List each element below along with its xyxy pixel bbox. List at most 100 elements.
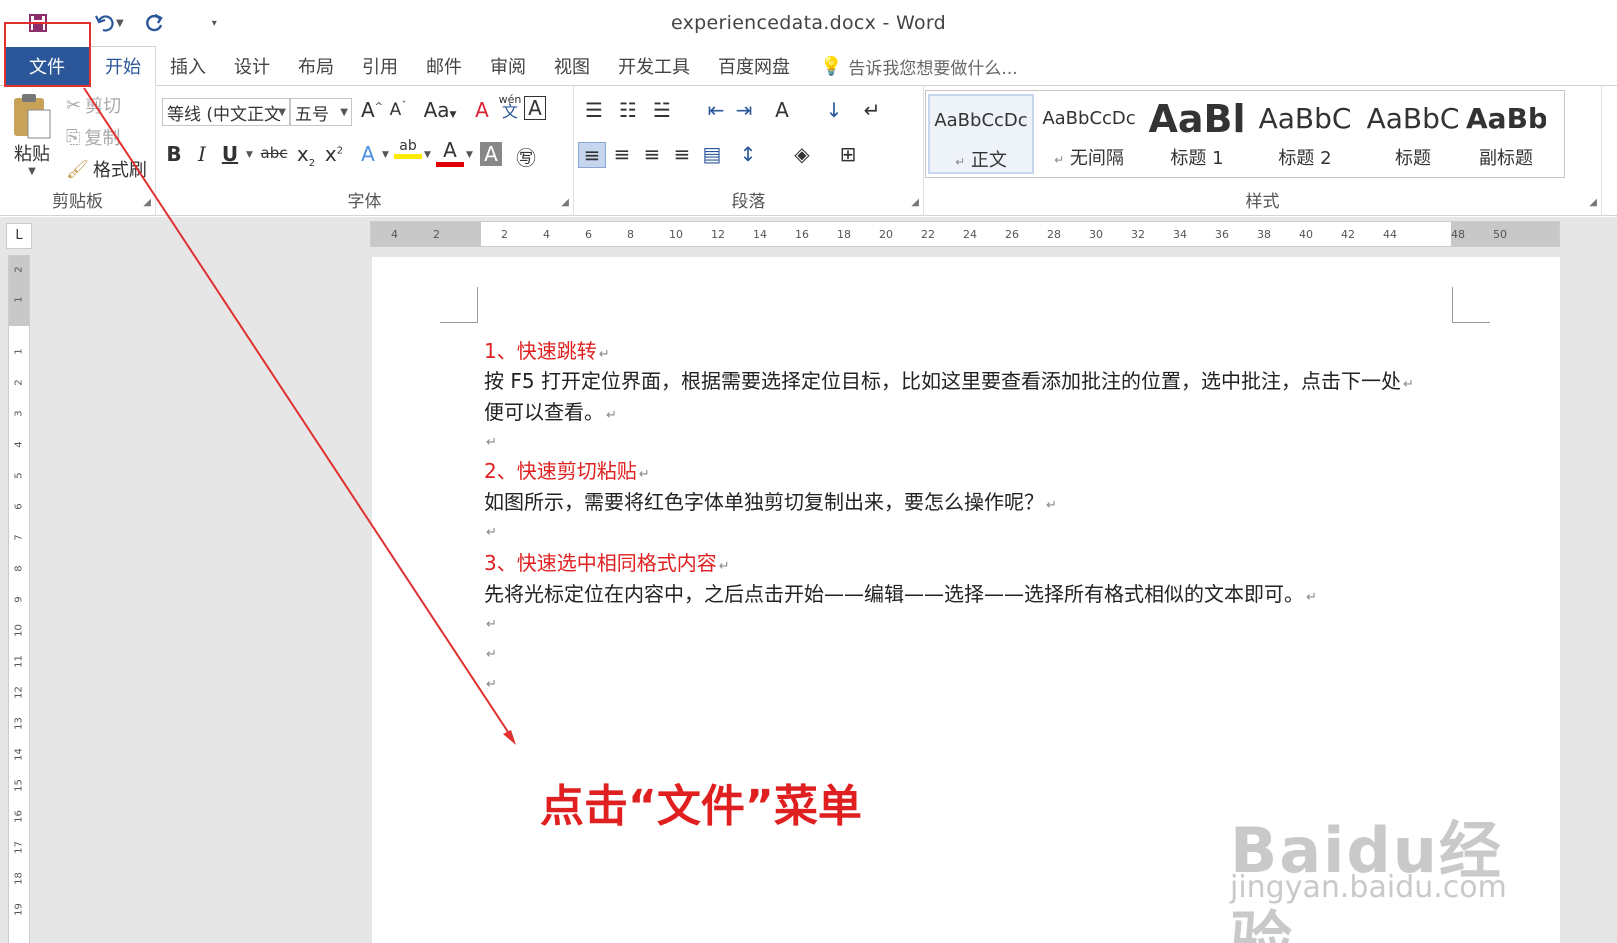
font-color-dropdown-icon[interactable]: ▼ — [466, 150, 473, 160]
tab-selector[interactable]: L — [6, 223, 32, 249]
tab-developer[interactable]: 开发工具 — [604, 47, 704, 85]
phonetic-guide-button[interactable]: wén 文 — [496, 94, 524, 120]
highlight-icon[interactable]: ab — [394, 138, 422, 159]
ruler-tick: 1 — [13, 348, 25, 355]
heading-paragraph[interactable]: 3、快速选中相同格式内容 ↵ — [484, 547, 730, 576]
horizontal-ruler[interactable]: 4 2 2 4 6 8 10 12 14 16 18 20 22 24 26 28 30 32 34 36 38 40 42… — [370, 221, 1560, 247]
style-heading-2[interactable]: AaBbC 标题 2 — [1252, 94, 1358, 174]
borders-icon[interactable]: ⊞ — [834, 142, 862, 166]
multilevel-list-icon[interactable]: ☱ — [648, 98, 676, 122]
line-spacing-icon[interactable]: ↕ — [734, 142, 762, 166]
font-name-combo[interactable]: 等线 (中文正文 ▼ — [162, 98, 290, 126]
distributed-icon[interactable]: ▤ — [698, 142, 726, 166]
align-right-icon[interactable]: ≡ — [638, 142, 666, 166]
decrease-indent-icon[interactable]: ⇤ — [702, 98, 730, 122]
format-painter-label: 格式刷 — [92, 160, 147, 181]
body-paragraph[interactable]: 按 F5 打开定位界面，根据需要选择定位目标，比如这里要查看添加批注的位置，选中… — [484, 365, 1414, 394]
bold-button[interactable]: B — [160, 142, 188, 166]
ruler-tick: 4 — [543, 228, 550, 241]
tab-home[interactable]: 开始 — [90, 46, 156, 86]
style-name: 标题 — [1395, 148, 1431, 169]
copy-button[interactable]: ⎘ 复制 — [66, 124, 120, 150]
body-paragraph[interactable]: ↵ — [484, 639, 497, 663]
tab-view[interactable]: 视图 — [540, 47, 604, 85]
tab-review[interactable]: 审阅 — [476, 47, 540, 85]
crop-mark-right — [1452, 287, 1490, 323]
paragraph-text: 2、快速剪切粘贴 — [484, 459, 637, 483]
tab-mailings[interactable]: 邮件 — [412, 47, 476, 85]
numbering-icon[interactable]: ☷ — [614, 98, 642, 122]
character-border-button[interactable]: A — [524, 96, 546, 120]
style-normal[interactable]: AaBbCcDc ↵ 正文 — [928, 94, 1034, 174]
shading-icon[interactable]: ◈ — [788, 142, 816, 166]
align-left-icon[interactable]: ≡ — [578, 142, 606, 168]
format-painter-button[interactable]: 🖌 格式刷 — [66, 156, 147, 182]
clipboard-launcher-icon[interactable]: ◢ — [143, 197, 151, 208]
cut-button[interactable]: ✂ 剪切 — [66, 92, 121, 118]
style-para-mark: ↵ — [955, 155, 966, 169]
body-paragraph[interactable]: 如图所示，需要将红色字体单独剪切复制出来，要怎么操作呢？ ↵ — [484, 486, 1057, 515]
ruler-tick: 2 — [13, 379, 25, 386]
text-effects-icon[interactable]: A — [354, 142, 382, 166]
tab-insert[interactable]: 插入 — [156, 47, 220, 85]
ruler-tick: 6 — [13, 503, 25, 510]
paragraph-mark-icon: ↵ — [486, 525, 497, 540]
asian-layout-icon[interactable]: A — [768, 98, 796, 122]
body-paragraph[interactable]: 便可以查看。 ↵ — [484, 396, 617, 425]
body-paragraph[interactable]: ↵ — [484, 669, 497, 693]
window-title: experiencedata.docx - Word — [670, 12, 947, 34]
strikethrough-button[interactable]: abc — [258, 144, 290, 162]
subscript-button[interactable]: x2 — [292, 142, 320, 169]
body-paragraph[interactable]: 先将光标定位在内容中，之后点击开始——编辑——选择——选择所有格式相似的文本即可… — [484, 578, 1317, 607]
tab-design[interactable]: 设计 — [220, 47, 284, 85]
tab-layout[interactable]: 布局 — [284, 47, 348, 85]
vertical-ruler[interactable]: 2 1 1 2 3 4 5 6 7 8 9 10 11 12 13 14 15 16 17 18 19 — [8, 255, 30, 943]
underline-dropdown-icon[interactable]: ▼ — [246, 150, 253, 160]
chevron-down-icon: ▼ — [340, 106, 348, 118]
heading-paragraph[interactable]: 1、快速跳转 ↵ — [484, 335, 610, 364]
ruler-tick: 40 — [1299, 228, 1313, 241]
highlight-dropdown-icon[interactable]: ▼ — [424, 150, 431, 160]
underline-button[interactable]: U — [216, 142, 244, 166]
show-formatting-marks-icon[interactable]: ↵ — [858, 98, 886, 122]
style-subtitle[interactable]: AaBbC 副标题 — [1466, 94, 1546, 174]
tell-me-box[interactable]: 💡 告诉我您想要做什么... — [804, 47, 1018, 85]
paragraph-mark-icon: ↵ — [1046, 498, 1057, 513]
style-heading-1[interactable]: AaBl 标题 1 — [1144, 94, 1250, 174]
tab-baidu-netdisk[interactable]: 百度网盘 — [704, 47, 804, 85]
paste-button[interactable]: 粘贴 ▼ — [10, 92, 54, 177]
ruler-tick: 38 — [1257, 228, 1271, 241]
styles-launcher-icon[interactable]: ◢ — [1589, 197, 1597, 208]
paragraph-launcher-icon[interactable]: ◢ — [911, 197, 919, 208]
grow-font-button[interactable]: A^ — [358, 98, 386, 122]
style-sample: AaBbC — [1258, 102, 1352, 135]
justify-icon[interactable]: ≡ — [668, 142, 696, 166]
bullets-icon[interactable]: ☰ — [580, 98, 608, 122]
style-title[interactable]: AaBbC 标题 — [1360, 94, 1466, 174]
character-shading-icon[interactable]: A — [480, 142, 502, 166]
enclose-characters-icon[interactable]: ㊢ — [512, 142, 540, 171]
font-launcher-icon[interactable]: ◢ — [561, 197, 569, 208]
font-color-icon[interactable]: A — [436, 138, 464, 167]
clear-formatting-icon[interactable]: A — [468, 98, 496, 122]
style-sample: AaBbC — [1366, 102, 1460, 135]
shrink-font-button[interactable]: Aˇ — [384, 100, 412, 120]
sort-icon[interactable]: ↓ — [820, 98, 848, 122]
body-paragraph[interactable]: ↵ — [484, 609, 497, 633]
body-paragraph[interactable]: ↵ — [484, 427, 497, 451]
ruler-tick: 36 — [1215, 228, 1229, 241]
style-no-spacing[interactable]: AaBbCcDc ↵ 无间隔 — [1036, 94, 1142, 174]
heading-paragraph[interactable]: 2、快速剪切粘贴 ↵ — [484, 455, 650, 484]
text-effects-dropdown-icon[interactable]: ▼ — [382, 150, 389, 160]
align-center-icon[interactable]: ≡ — [608, 142, 636, 166]
italic-button[interactable]: I — [188, 142, 216, 166]
increase-indent-icon[interactable]: ⇥ — [730, 98, 758, 122]
style-name: 标题 1 — [1170, 148, 1224, 169]
body-paragraph[interactable]: ↵ — [484, 517, 497, 541]
paste-dropdown-icon[interactable]: ▼ — [28, 166, 36, 177]
tab-references[interactable]: 引用 — [348, 47, 412, 85]
superscript-button[interactable]: x2 — [320, 142, 348, 166]
ruler-tick: 17 — [13, 841, 25, 854]
change-case-button[interactable]: Aa▼ — [420, 98, 460, 122]
font-size-combo[interactable]: 五号 ▼ — [290, 98, 352, 126]
